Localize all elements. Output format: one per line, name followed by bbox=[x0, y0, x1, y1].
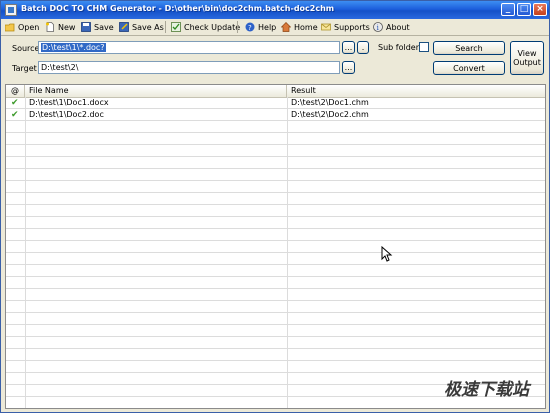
source-input-value: D:\test\1\*.doc? bbox=[41, 43, 106, 52]
home-icon bbox=[280, 22, 292, 32]
toolbar-help-button[interactable]: ? Help bbox=[245, 21, 276, 33]
column-header-status[interactable]: @ bbox=[6, 85, 25, 97]
source-input[interactable]: D:\test\1\*.doc? bbox=[38, 41, 340, 54]
help-icon: ? bbox=[245, 22, 255, 32]
check-update-icon bbox=[171, 22, 181, 32]
toolbar-check-update-button[interactable]: Check Update bbox=[171, 21, 240, 33]
maximize-button[interactable]: □ bbox=[517, 3, 531, 16]
view-output-button[interactable]: View Output bbox=[510, 41, 544, 75]
toolbar-save-label: Save bbox=[94, 22, 114, 32]
toolbar-new-button[interactable]: New bbox=[45, 21, 75, 33]
table-row[interactable]: ✔ D:\test\1\Doc2.doc D:\test\2\Doc2.chm bbox=[6, 109, 545, 121]
toolbar-save-as-button[interactable]: Save As bbox=[119, 21, 164, 33]
close-button[interactable]: × bbox=[533, 3, 547, 16]
table-row[interactable]: ✔ D:\test\1\Doc1.docx D:\test\2\Doc1.chm bbox=[6, 97, 545, 109]
toolbar-home-button[interactable]: Home bbox=[280, 21, 318, 33]
toolbar-open-label: Open bbox=[18, 22, 40, 32]
column-header-result[interactable]: Result bbox=[287, 85, 545, 97]
source-options-button[interactable]: . bbox=[357, 41, 369, 54]
file-list-grid[interactable]: @ File Name Result ✔ D:\test\1\Doc1.docx… bbox=[5, 84, 546, 409]
new-file-icon bbox=[45, 22, 55, 32]
toolbar-check-update-label: Check Update bbox=[184, 22, 241, 32]
app-window: Batch DOC TO CHM Generator - D:\other\bi… bbox=[0, 0, 550, 413]
toolbar-open-button[interactable]: Open bbox=[4, 21, 40, 33]
minimize-button[interactable]: _ bbox=[501, 3, 515, 16]
title-bar[interactable]: Batch DOC TO CHM Generator - D:\other\bi… bbox=[1, 1, 549, 19]
view-output-label-line1: View bbox=[517, 49, 537, 58]
watermark-text: 极速下载站 bbox=[444, 380, 529, 400]
target-browse-button[interactable]: ... bbox=[342, 61, 355, 74]
toolbar-about-button[interactable]: i About bbox=[373, 21, 410, 33]
save-as-icon bbox=[119, 22, 129, 32]
toolbar-supports-button[interactable]: Supports bbox=[321, 21, 370, 33]
grid-column-divider bbox=[25, 97, 26, 408]
source-label: Source bbox=[12, 44, 40, 53]
column-header-file-name[interactable]: File Name bbox=[25, 85, 287, 97]
row-result: D:\test\2\Doc1.chm bbox=[291, 98, 369, 107]
row-file-name: D:\test\1\Doc2.doc bbox=[29, 110, 104, 119]
svg-text:?: ? bbox=[248, 24, 252, 32]
toolbar-about-label: About bbox=[386, 22, 410, 32]
success-check-icon: ✔ bbox=[11, 110, 19, 120]
toolbar-save-as-label: Save As bbox=[132, 22, 164, 32]
grid-column-divider bbox=[287, 97, 288, 408]
toolbar: Open New Save Save As Check Update ? Hel… bbox=[1, 19, 549, 36]
open-folder-icon bbox=[4, 22, 15, 32]
grid-ruled-lines bbox=[6, 97, 545, 408]
toolbar-home-label: Home bbox=[294, 22, 318, 32]
row-file-name: D:\test\1\Doc1.docx bbox=[29, 98, 109, 107]
app-icon bbox=[5, 4, 17, 16]
toolbar-supports-label: Supports bbox=[334, 22, 370, 32]
toolbar-separator bbox=[165, 21, 166, 33]
subfolders-checkbox[interactable] bbox=[419, 42, 429, 52]
toolbar-new-label: New bbox=[58, 22, 76, 32]
subfolders-label: Sub folders bbox=[378, 43, 424, 52]
toolbar-save-button[interactable]: Save bbox=[81, 21, 114, 33]
supports-icon bbox=[321, 22, 331, 32]
toolbar-help-label: Help bbox=[258, 22, 277, 32]
toolbar-separator bbox=[237, 21, 238, 33]
source-browse-button[interactable]: ... bbox=[342, 41, 355, 54]
mouse-cursor-icon bbox=[381, 246, 393, 262]
search-button[interactable]: Search bbox=[433, 41, 505, 55]
window-title: Batch DOC TO CHM Generator - D:\other\bi… bbox=[21, 4, 335, 13]
target-input[interactable]: D:\test\2\ bbox=[38, 61, 340, 74]
target-label: Target bbox=[12, 64, 37, 73]
save-disk-icon bbox=[81, 22, 91, 32]
view-output-label-line2: Output bbox=[513, 58, 541, 67]
convert-button[interactable]: Convert bbox=[433, 61, 505, 75]
about-icon: i bbox=[373, 22, 383, 32]
success-check-icon: ✔ bbox=[11, 98, 19, 108]
row-result: D:\test\2\Doc2.chm bbox=[291, 110, 369, 119]
